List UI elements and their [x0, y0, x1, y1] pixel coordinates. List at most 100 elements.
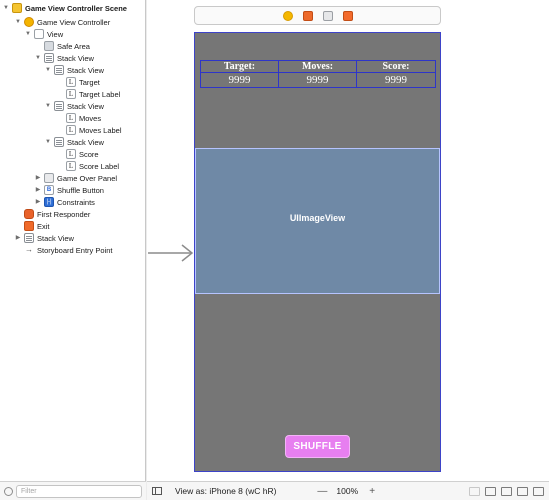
label-icon: L [66, 125, 76, 135]
disclosure-open-icon[interactable]: ▼ [2, 4, 10, 12]
outline-label: Moves [79, 113, 102, 123]
target-value-label[interactable]: 9999 [201, 73, 278, 87]
target-title-label[interactable]: Target: [201, 61, 278, 73]
outline-row-score[interactable]: L Score [0, 148, 146, 160]
score-title-label[interactable]: Score: [357, 61, 435, 73]
disclosure-open-icon[interactable]: ▼ [14, 18, 22, 26]
disclosure-closed-icon[interactable]: ▶ [34, 174, 42, 182]
stack-view-icon [54, 65, 64, 75]
first-responder-icon [24, 209, 34, 219]
outline-label: First Responder [37, 209, 91, 219]
outline-label: Stack View [37, 233, 74, 243]
outline-label: Stack View [57, 53, 94, 63]
outline-row-score-label[interactable]: L Score Label [0, 160, 146, 172]
score-value-label[interactable]: 9999 [357, 73, 435, 87]
label-icon: L [66, 161, 76, 171]
add-constraints-icon[interactable] [517, 486, 528, 496]
outline-label: Moves Label [79, 125, 122, 135]
outline-label: Game View Controller [37, 17, 111, 27]
scene-dock [194, 6, 441, 25]
view-controller-icon [24, 17, 34, 27]
label-icon: L [66, 113, 76, 123]
disclosure-closed-icon[interactable]: ▶ [14, 234, 22, 242]
view-controller-icon[interactable] [282, 10, 293, 21]
outline-row-scene[interactable]: ▼ Game View Controller Scene [0, 2, 146, 14]
outline-row-first-responder[interactable]: First Responder [0, 208, 146, 220]
image-view-label: UIImageView [289, 213, 346, 223]
outline-label: Stack View [67, 101, 104, 111]
shuffle-button[interactable]: SHUFFLE [285, 435, 350, 458]
outline-label: Game Over Panel [57, 173, 118, 183]
outline-row-moves-label[interactable]: L Moves Label [0, 124, 146, 136]
moves-title-label[interactable]: Moves: [279, 61, 356, 73]
label-icon: L [66, 77, 76, 87]
panel-icon [44, 173, 54, 183]
outline-row-stack-view[interactable]: ▼ Stack View [0, 100, 146, 112]
stack-view-icon[interactable] [322, 10, 333, 21]
view-as-device[interactable]: View as: iPhone 8 (wC hR) [175, 486, 276, 496]
zoom-out-button[interactable]: — [316, 486, 328, 497]
outline-row-stack-view[interactable]: ▼ Stack View [0, 64, 146, 76]
disclosure-open-icon[interactable]: ▼ [24, 30, 32, 38]
score-stack-view[interactable]: Target: 9999 Moves: 9999 Score: 9999 [200, 60, 436, 88]
stack-view-icon [54, 137, 64, 147]
constraints-icon: |-| [44, 197, 54, 207]
stack-icon[interactable] [501, 486, 512, 496]
resolve-issues-icon[interactable] [533, 486, 544, 496]
canvas-bottom-bar: View as: iPhone 8 (wC hR) — 100% + [147, 481, 549, 500]
zoom-in-button[interactable]: + [366, 486, 378, 497]
zoom-level: 100% [336, 486, 359, 496]
first-responder-icon[interactable] [302, 10, 313, 21]
outline-label: Constraints [57, 197, 95, 207]
filter-icon[interactable] [4, 486, 13, 496]
disclosure-closed-icon[interactable]: ▶ [34, 186, 42, 194]
safe-area-icon [44, 41, 54, 51]
outline-row-game-over-panel[interactable]: ▶ Game Over Panel [0, 172, 146, 184]
outline-label: Target Label [79, 89, 121, 99]
outline-label: Score [79, 149, 99, 159]
filter-bar: Filter [0, 481, 146, 500]
outline-row-exit[interactable]: Exit [0, 220, 146, 232]
moves-value-label[interactable]: 9999 [279, 73, 356, 87]
disclosure-open-icon[interactable]: ▼ [44, 102, 52, 110]
disclosure-open-icon[interactable]: ▼ [44, 138, 52, 146]
exit-icon[interactable] [342, 10, 353, 21]
score-stack[interactable]: Score: 9999 [357, 61, 435, 87]
image-view[interactable]: UIImageView [195, 148, 440, 294]
outline-row-moves[interactable]: L Moves [0, 112, 146, 124]
outline-row-entry-point[interactable]: → Storyboard Entry Point [0, 244, 146, 256]
outline-row-view[interactable]: ▼ View [0, 28, 146, 40]
outline-row-stack-view[interactable]: ▼ Stack View [0, 136, 146, 148]
entry-point-arrow-icon[interactable] [148, 243, 194, 263]
outline-toggle-icon[interactable] [152, 487, 162, 495]
outline-label: View [47, 29, 64, 39]
outline-row-safe-area[interactable]: Safe Area [0, 40, 146, 52]
outline-row-stack-view[interactable]: ▶ Stack View [0, 232, 146, 244]
outline-row-shuffle-button[interactable]: ▶ B Shuffle Button [0, 184, 146, 196]
layout-tools [469, 486, 544, 496]
outline-row-target-label[interactable]: L Target Label [0, 88, 146, 100]
exit-icon [24, 221, 34, 231]
label-icon: L [66, 89, 76, 99]
button-icon: B [44, 185, 54, 195]
outline-row-target[interactable]: L Target [0, 76, 146, 88]
outline-label: Exit [37, 221, 50, 231]
outline-row-stack-view[interactable]: ▼ Stack View [0, 52, 146, 64]
disclosure-open-icon[interactable]: ▼ [44, 66, 52, 74]
moves-stack[interactable]: Moves: 9999 [279, 61, 357, 87]
game-view-controller-view[interactable]: Target: 9999 Moves: 9999 Score: 9999 UII… [194, 32, 441, 472]
disclosure-closed-icon[interactable]: ▶ [34, 198, 42, 206]
outline-label: Storyboard Entry Point [37, 245, 113, 255]
align-icon[interactable] [485, 486, 496, 496]
scene-icon [12, 3, 22, 13]
filter-input[interactable]: Filter [16, 484, 142, 498]
embed-in-icon[interactable] [469, 486, 480, 496]
target-stack[interactable]: Target: 9999 [201, 61, 279, 87]
outline-label: Safe Area [57, 41, 90, 51]
outline-label: Stack View [67, 137, 104, 147]
outline-row-view-controller[interactable]: ▼ Game View Controller [0, 16, 146, 28]
outline-row-constraints[interactable]: ▶ |-| Constraints [0, 196, 146, 208]
label-icon: L [66, 149, 76, 159]
disclosure-open-icon[interactable]: ▼ [34, 54, 42, 62]
document-outline: ▼ Game View Controller Scene ▼ Game View… [0, 0, 146, 500]
